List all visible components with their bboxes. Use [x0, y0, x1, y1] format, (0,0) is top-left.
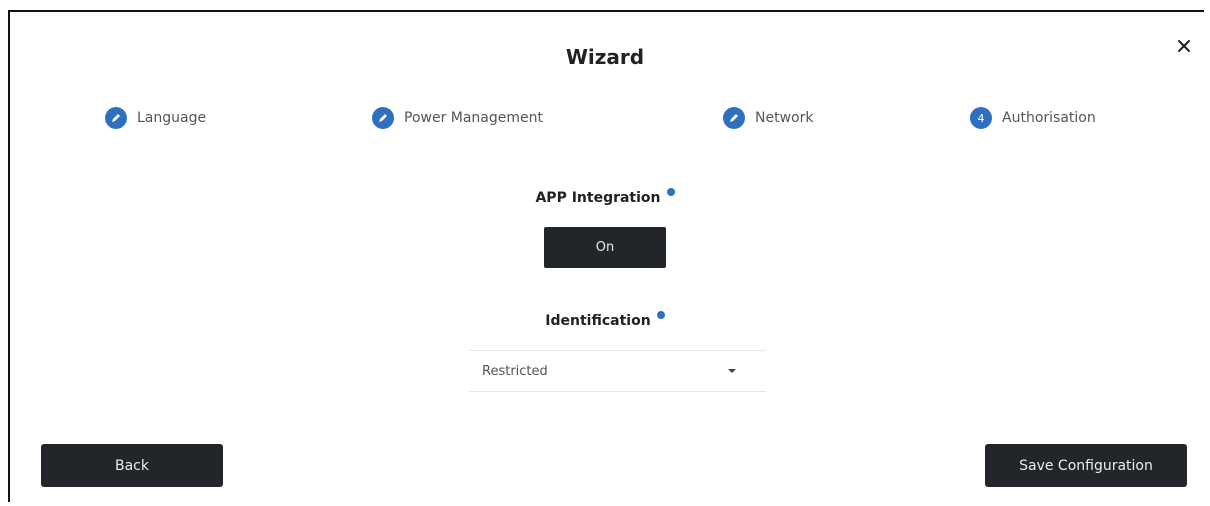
step-authorisation[interactable]: 4 Authorisation: [970, 106, 1096, 130]
pencil-icon: [372, 107, 394, 129]
back-button[interactable]: Back: [41, 444, 223, 487]
identification-label: Identification: [545, 313, 651, 329]
caret-down-icon: [728, 369, 736, 373]
identification-selected-value: Restricted: [482, 363, 548, 379]
close-icon[interactable]: [1172, 34, 1196, 58]
step-network[interactable]: Network: [723, 106, 813, 130]
app-integration-heading: APP Integration: [0, 188, 1210, 206]
step-number-badge: 4: [970, 107, 992, 129]
pencil-icon: [105, 107, 127, 129]
identification-heading: Identification: [0, 311, 1210, 329]
step-label: Authorisation: [1002, 110, 1096, 126]
info-icon[interactable]: [656, 311, 665, 319]
app-integration-label: APP Integration: [535, 190, 661, 206]
app-integration-toggle[interactable]: On: [544, 227, 666, 268]
step-power-management[interactable]: Power Management: [372, 106, 543, 130]
step-label: Power Management: [404, 110, 544, 126]
step-language[interactable]: Language: [105, 106, 206, 130]
info-icon[interactable]: [666, 188, 675, 196]
pencil-icon: [723, 107, 745, 129]
wizard-title: Wizard: [565, 45, 645, 69]
step-label: Network: [755, 110, 814, 126]
identification-select[interactable]: Restricted: [468, 350, 766, 392]
step-label: Language: [137, 110, 207, 126]
save-configuration-button[interactable]: Save Configuration: [985, 444, 1187, 487]
